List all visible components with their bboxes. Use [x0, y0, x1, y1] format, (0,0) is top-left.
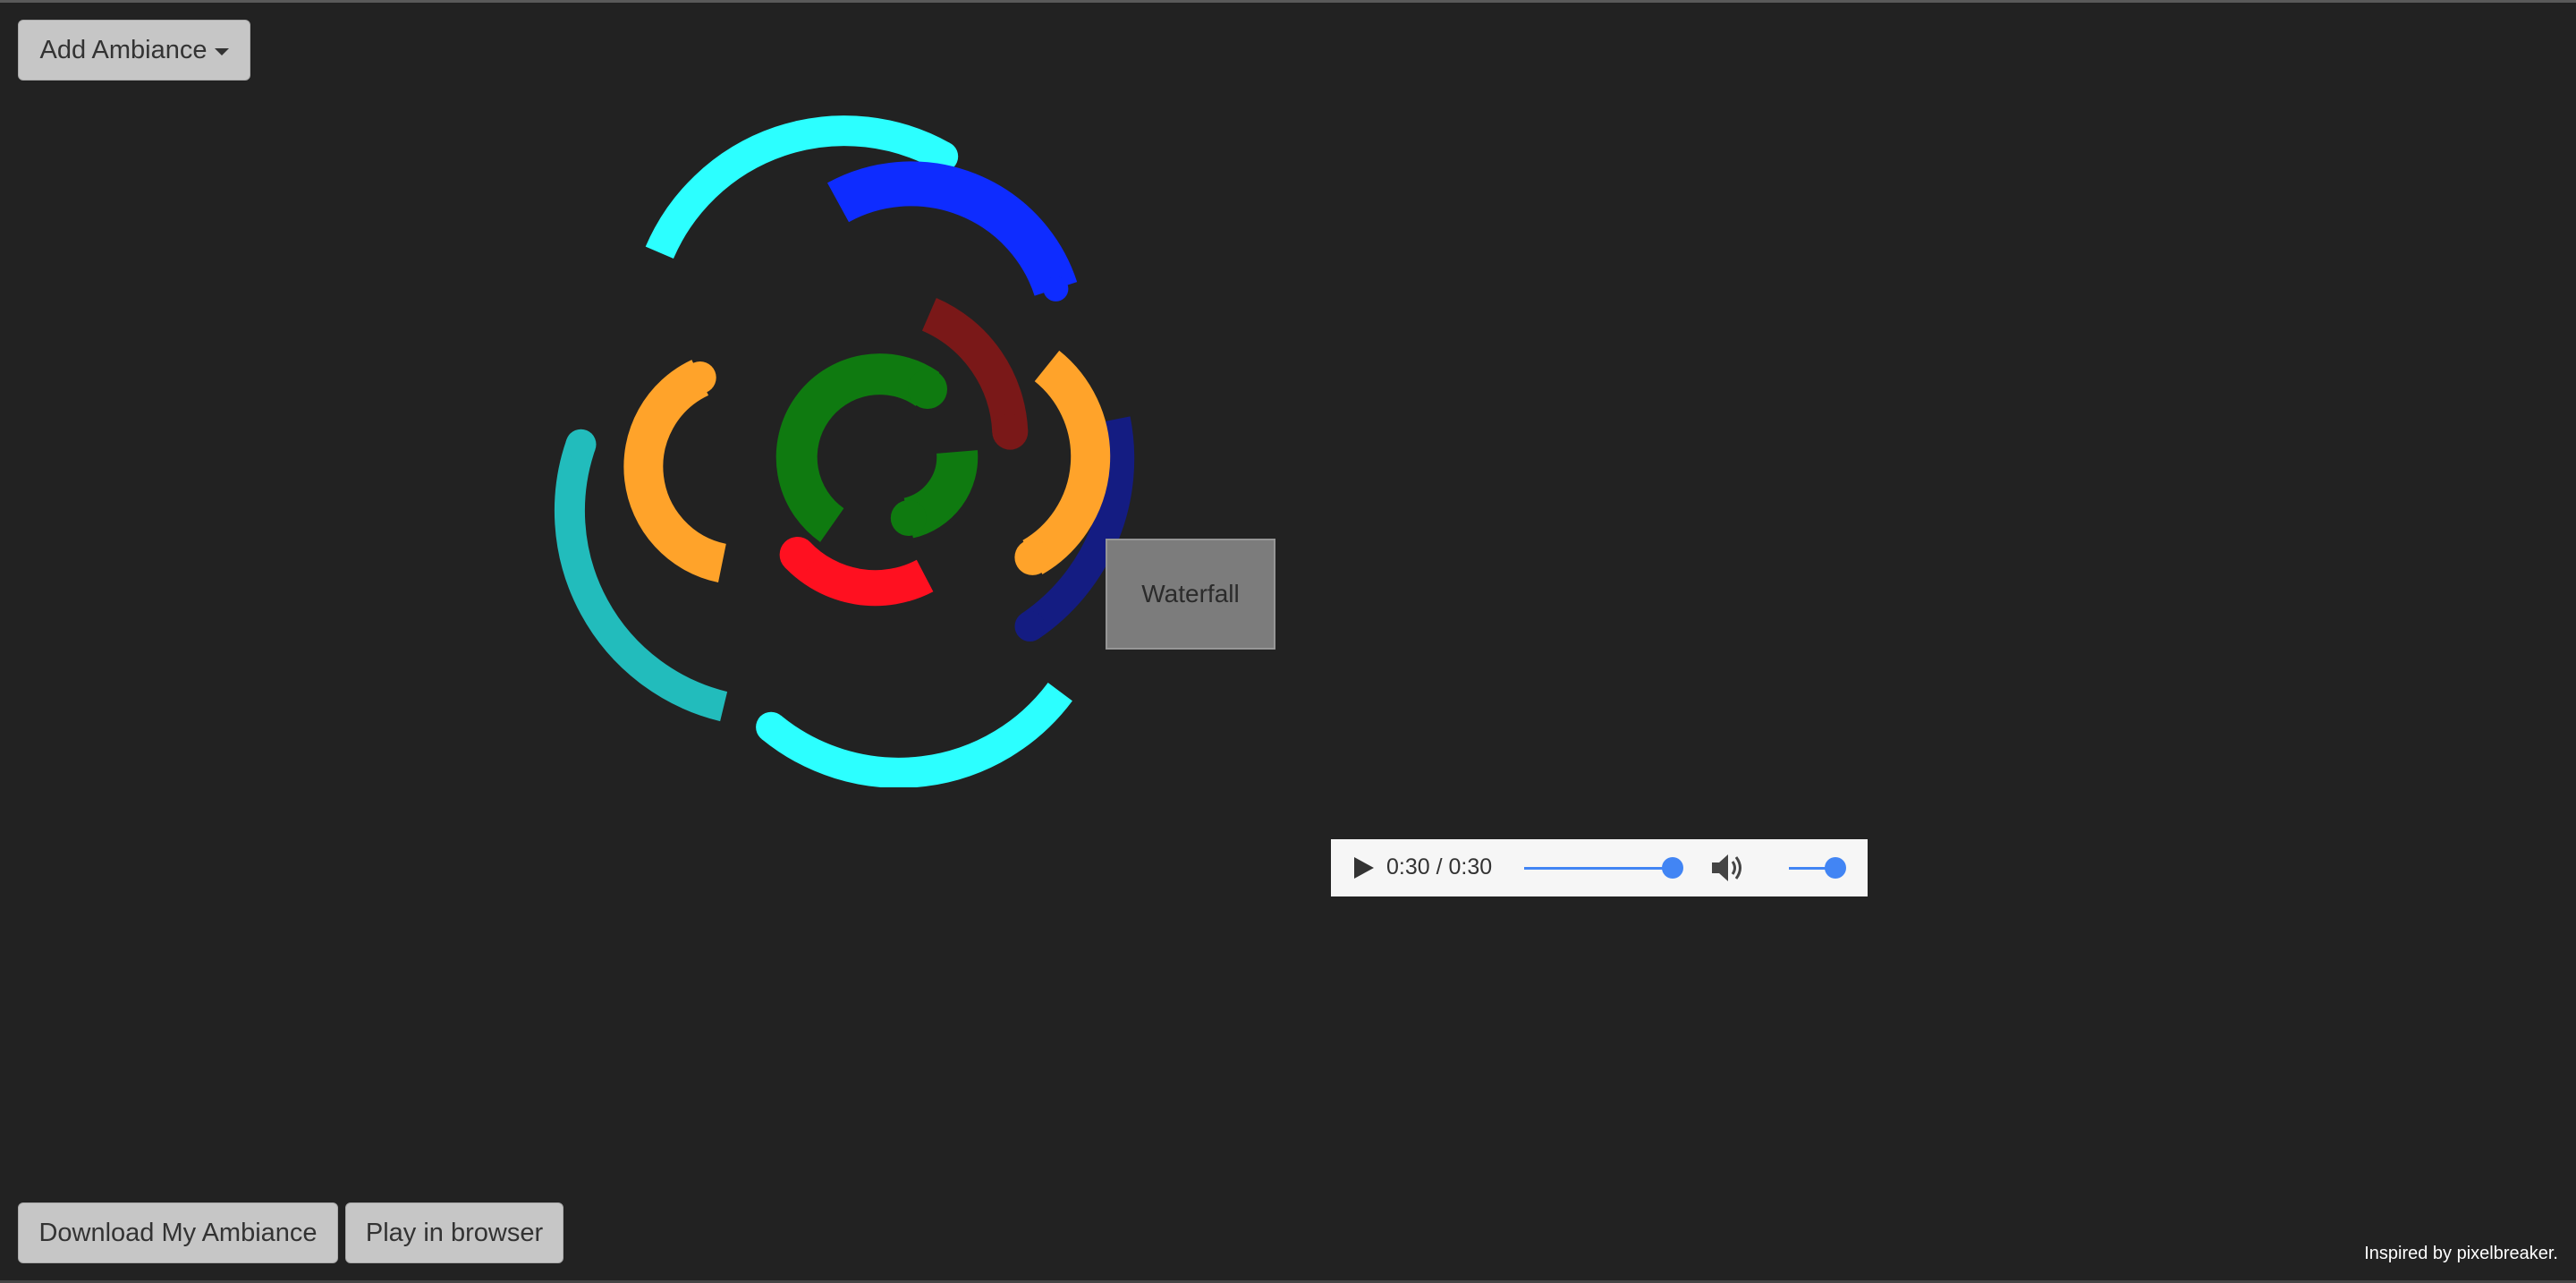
volume-icon[interactable] [1710, 852, 1746, 884]
seek-bar[interactable] [1524, 867, 1682, 870]
ambiance-visualizer [554, 115, 1135, 787]
volume-thumb[interactable] [1825, 857, 1846, 879]
arc-red-bottom-cap [779, 537, 816, 573]
audio-player[interactable]: 0:30 / 0:30 [1331, 839, 1868, 896]
arc-green-inner-left-cap [908, 370, 947, 409]
seek-thumb[interactable] [1662, 857, 1683, 879]
arc-red-bottom[interactable] [784, 541, 934, 607]
arc-blue-upper-right[interactable] [827, 161, 1078, 297]
arc-darkred-upper-right[interactable] [921, 297, 1029, 433]
arc-orange-right-cap [1014, 539, 1051, 575]
arc-navy-right-cap [1014, 611, 1046, 642]
arc-green-inner-right-cap [890, 500, 927, 536]
arc-cyan-outer-bottom-cap [756, 711, 787, 743]
sound-tooltip: Waterfall [1106, 539, 1275, 650]
arc-orange-left-cap [683, 361, 716, 394]
add-ambiance-label: Add Ambiance [39, 35, 208, 64]
play-in-browser-button[interactable]: Play in browser [345, 1202, 564, 1263]
tooltip-label: Waterfall [1141, 580, 1240, 608]
time-display: 0:30 / 0:30 [1386, 854, 1493, 879]
download-ambiance-button[interactable]: Download My Ambiance [18, 1202, 338, 1263]
arc-teal-outer-left-cap [565, 429, 597, 460]
top-border [0, 0, 2576, 3]
arc-orange-left[interactable] [623, 360, 727, 582]
arc-orange-right[interactable] [1021, 350, 1111, 574]
arc-cyan-outer-bottom[interactable] [761, 682, 1072, 787]
play-icon[interactable] [1351, 855, 1376, 880]
add-ambiance-dropdown-button[interactable]: Add Ambiance [18, 20, 250, 81]
caret-down-icon [214, 48, 229, 55]
arc-blue-upper-right-cap [1043, 276, 1069, 302]
arc-darkred-upper-right-cap [992, 413, 1029, 450]
credit-text: Inspired by pixelbreaker. [2364, 1244, 2558, 1263]
